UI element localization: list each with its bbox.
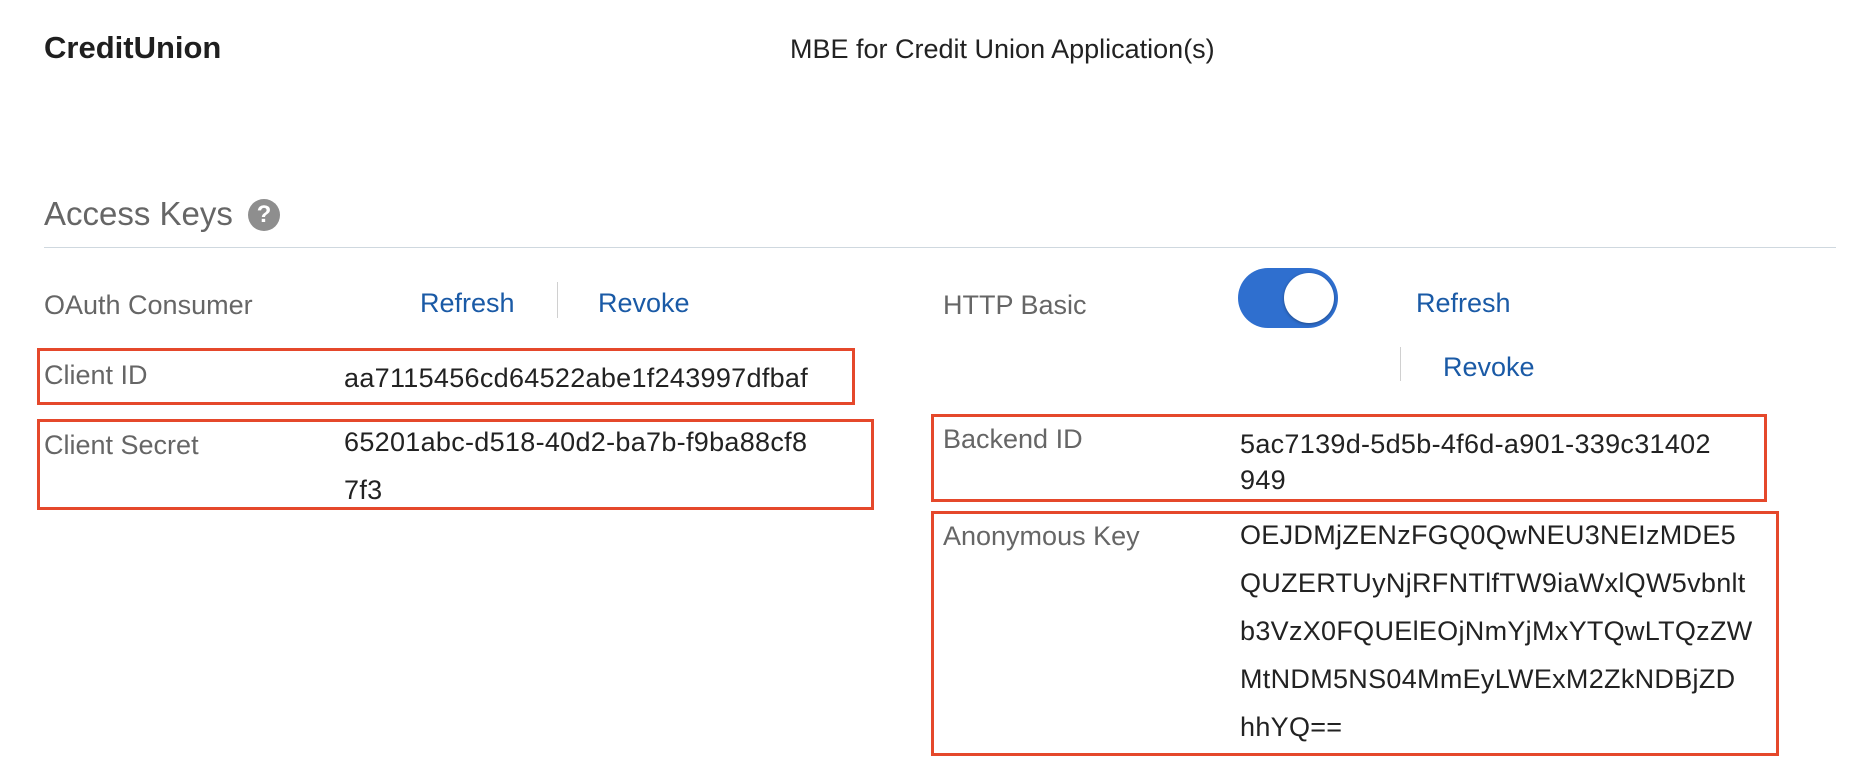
anonymous-key-line: QUZERTUyNjRFNTlfTW9iaWxlQW5vbnlt [1240, 568, 1746, 598]
backend-id-value: 5ac7139d-5d5b-4f6d-a901-339c31402 949 [1240, 426, 1711, 498]
client-secret-line: 65201abc-d518-40d2-ba7b-f9ba88cf8 [344, 427, 808, 457]
anonymous-key-line: b3VzX0FQUElEOjNmYjMxYTQwLTQzZW [1240, 616, 1753, 646]
client-id-label: Client ID [44, 360, 148, 390]
section-divider [44, 247, 1836, 248]
backend-id-line: 949 [1240, 465, 1286, 495]
anonymous-key-label: Anonymous Key [943, 521, 1140, 551]
client-secret-label: Client Secret [44, 430, 199, 460]
oauth-revoke-link[interactable]: Revoke [598, 288, 690, 319]
anonymous-key-line: hhYQ== [1240, 712, 1343, 742]
backend-id-label: Backend ID [943, 424, 1083, 454]
oauth-consumer-label: OAuth Consumer [44, 290, 253, 320]
client-secret-value: 65201abc-d518-40d2-ba7b-f9ba88cf8 7f3 [344, 418, 807, 514]
http-basic-link-separator [1400, 347, 1401, 381]
http-basic-refresh-link[interactable]: Refresh [1416, 288, 1511, 319]
http-basic-toggle[interactable] [1238, 268, 1338, 328]
anonymous-key-line: OEJDMjZENzFGQ0QwNEU3NEIzMDE5 [1240, 520, 1736, 550]
toggle-knob [1284, 273, 1334, 323]
anonymous-key-line: MtNDM5NS04MmEyLWExM2ZkNDBjZD [1240, 664, 1736, 694]
oauth-refresh-link[interactable]: Refresh [420, 288, 515, 319]
oauth-link-separator [557, 282, 558, 318]
app-name: CreditUnion [44, 30, 222, 65]
anonymous-key-value: OEJDMjZENzFGQ0QwNEU3NEIzMDE5 QUZERTUyNjR… [1240, 511, 1753, 751]
page-title: MBE for Credit Union Application(s) [790, 34, 1215, 64]
help-icon[interactable]: ? [248, 199, 280, 231]
section-title-access-keys: Access Keys [44, 195, 233, 232]
http-basic-revoke-link[interactable]: Revoke [1443, 352, 1535, 383]
client-secret-line: 7f3 [344, 475, 383, 505]
http-basic-label: HTTP Basic [943, 290, 1087, 320]
backend-id-line: 5ac7139d-5d5b-4f6d-a901-339c31402 [1240, 429, 1711, 459]
client-id-value: aa7115456cd64522abe1f243997dfbaf [344, 363, 809, 393]
